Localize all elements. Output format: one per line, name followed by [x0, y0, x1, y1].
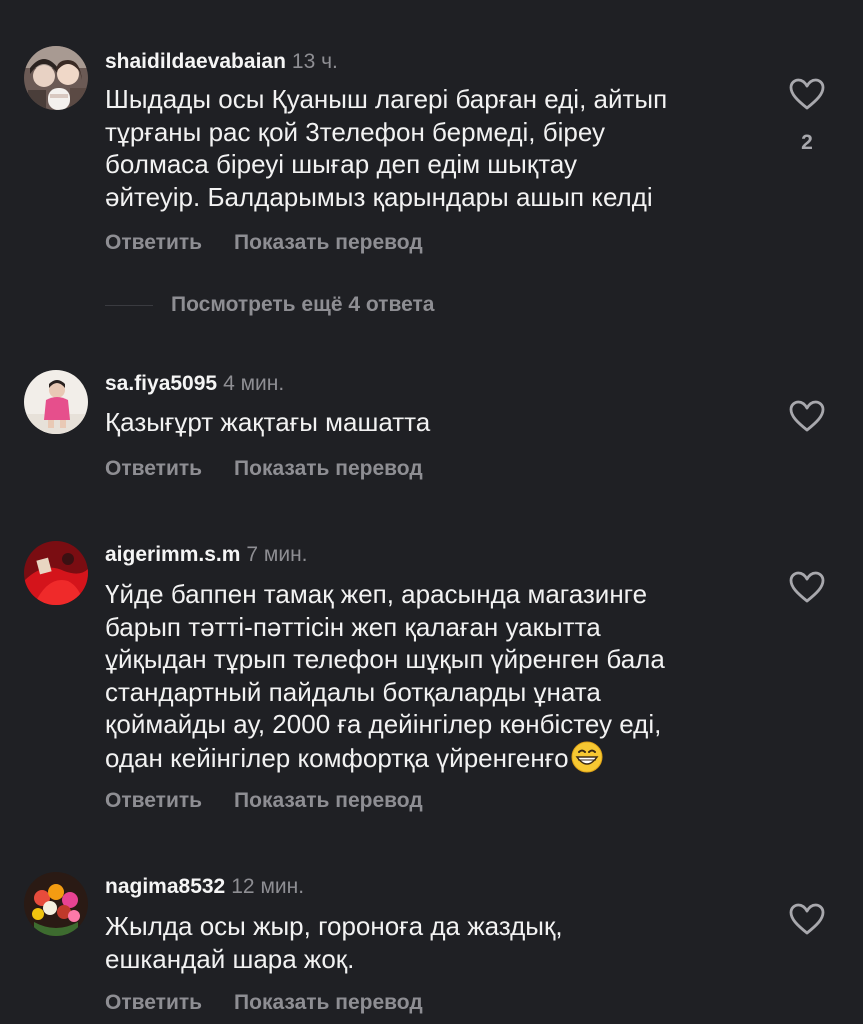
username[interactable]: shaidildaevabaian	[105, 50, 286, 73]
comment-actions: Ответить Показать перевод	[105, 456, 423, 482]
comment-text-line: Жылда осы жыр, гороноға да жаздық,	[105, 911, 563, 941]
comment-meta: nagima8532 12 мин.	[105, 874, 304, 900]
comment-text-line: ешкандай шара жоқ.	[105, 943, 355, 974]
avatar[interactable]	[24, 46, 88, 110]
comment-text-line: ұйқыдан тұрып телефон шұқып үйренген бал…	[105, 644, 665, 674]
show-translation-button[interactable]: Показать перевод	[234, 990, 423, 1016]
reply-button[interactable]: Ответить	[105, 990, 202, 1016]
comment-text-line: барып тәтті-пәттісін жеп қалаған уакытта	[105, 611, 601, 642]
comment-time: 7 мин.	[246, 543, 308, 566]
comment-text-line: Шыдады осы Қуаныш лагері барған еді, айт…	[105, 84, 668, 114]
divider	[105, 304, 153, 306]
comment-text: Қазығұрт жақтағы машатта	[105, 406, 765, 439]
avatar[interactable]	[24, 370, 88, 434]
heart-outline-icon	[789, 78, 825, 110]
like-count: 2	[801, 131, 813, 154]
view-more-replies-button[interactable]: Посмотреть ещё 4 ответа	[105, 290, 434, 320]
heart-outline-icon	[789, 571, 825, 603]
comment-time: 12 мин.	[231, 875, 305, 898]
username[interactable]: aigerimm.s.m	[105, 543, 240, 566]
reply-button[interactable]: Ответить	[105, 456, 202, 482]
heart-outline-icon	[789, 400, 825, 432]
comment-meta: shaidildaevabaian 13 ч.	[105, 49, 338, 75]
username[interactable]: sa.fiya5095	[105, 372, 217, 395]
comment-actions: Ответить Показать перевод	[105, 230, 423, 256]
comment-time: 4 мин.	[223, 372, 285, 395]
comment-time: 13 ч.	[291, 50, 338, 73]
comment-text-line: қоймайды ау, 2000 ға дейінгілер көнбісте…	[105, 709, 662, 739]
comment-text-line: стандартный пайдалы ботқаларды ұната	[105, 676, 601, 707]
comment-text-line: Үйде баппен тамақ жеп, арасында магазинг…	[105, 579, 648, 609]
reply-button[interactable]: Ответить	[105, 230, 202, 256]
username[interactable]: nagima8532	[105, 875, 225, 898]
view-more-replies-label: Посмотреть ещё 4 ответа	[171, 293, 435, 316]
avatar[interactable]	[24, 541, 88, 605]
comment-text-line: Қазығұрт жақтағы машатта	[105, 407, 431, 437]
show-translation-button[interactable]: Показать перевод	[234, 788, 423, 814]
like-button[interactable]	[788, 399, 826, 433]
comment-meta: sa.fiya5095 4 мин.	[105, 371, 284, 397]
heart-outline-icon	[789, 903, 825, 935]
comment-text: Үйде баппен тамақ жеп, арасында магазинг…	[105, 578, 765, 774]
comment-meta: aigerimm.s.m 7 мин.	[105, 542, 308, 568]
comment-actions: Ответить Показать перевод	[105, 990, 423, 1016]
comment-text-line: әйтеуір. Балдарымыз қарындары ашып келді	[105, 181, 653, 212]
comment-text: Шыдады осы Қуаныш лагері барған еді, айт…	[105, 83, 765, 213]
comment-text-line-content: одан кейінгілер комфортқа үйренгенғо	[105, 742, 569, 773]
comment-actions: Ответить Показать перевод	[105, 788, 423, 814]
grinning-face-emoji-icon	[571, 741, 603, 772]
show-translation-button[interactable]: Показать перевод	[234, 456, 423, 482]
comment-text-line: болмаса біреуі шығар деп едім шықтау	[105, 149, 578, 179]
comment-text: Жылда осы жыр, гороноға да жаздық, ешкан…	[105, 910, 765, 975]
show-translation-button[interactable]: Показать перевод	[234, 230, 423, 256]
like-button[interactable]	[788, 902, 826, 936]
like-button[interactable]	[788, 570, 826, 604]
comment-text-line: одан кейінгілер комфортқа үйренгенғо	[105, 741, 765, 775]
comment-text-line: тұрғаны рас қой 3телефон бермеді, біреу	[105, 116, 606, 147]
reply-button[interactable]: Ответить	[105, 788, 202, 814]
like-button[interactable]	[788, 77, 826, 111]
avatar[interactable]	[24, 872, 88, 936]
